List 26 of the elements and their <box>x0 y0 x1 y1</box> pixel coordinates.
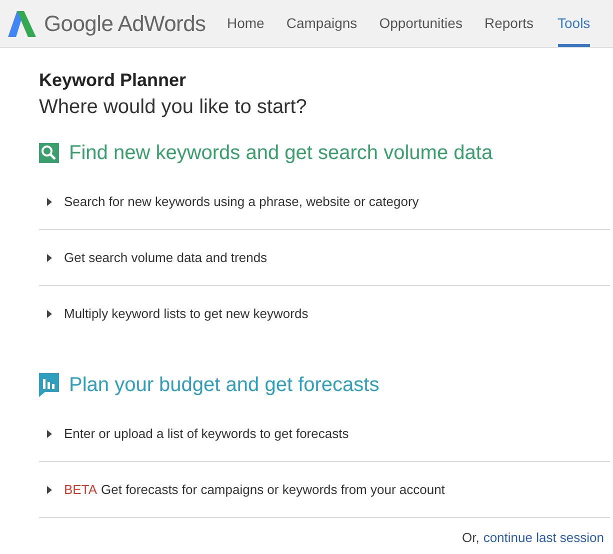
option-link[interactable]: Multiply keyword lists to get new keywords <box>64 304 308 324</box>
footer-text: Or, <box>462 529 480 547</box>
page-title: Keyword Planner <box>39 69 188 92</box>
caret-icon <box>47 310 52 318</box>
logo-text: Google AdWords <box>44 10 206 38</box>
option-text: Get forecasts for campaigns or keywords from your account <box>101 480 445 499</box>
caret-icon <box>47 198 52 206</box>
search-icon <box>39 143 59 163</box>
caret-icon <box>47 254 52 262</box>
nav-tab[interactable]: Home <box>227 0 264 47</box>
option-link[interactable]: Enter or upload a list of keywords to get forecasts <box>64 424 349 444</box>
section-heading: Plan your budget and get forecasts <box>69 373 380 398</box>
option-link[interactable]: Search for new keywords using a phrase, website or category <box>64 192 419 212</box>
nav-tab[interactable]: Campaigns <box>286 0 358 47</box>
nav-tab[interactable]: Opportunities <box>379 0 462 47</box>
beta-label: BETA <box>64 480 97 499</box>
section-heading: Find new keywords and get search volume data <box>69 141 493 166</box>
chart-icon <box>39 373 59 397</box>
nav-tab[interactable]: Tools <box>558 0 590 47</box>
page-subtitle: Where would you like to start? <box>39 95 308 120</box>
caret-icon <box>47 430 52 438</box>
option-link[interactable]: Get search volume data and trends <box>64 248 268 268</box>
logo-icon <box>8 10 36 36</box>
nav-tab[interactable]: Reports <box>484 0 534 47</box>
caret-icon <box>47 486 52 494</box>
continue-link[interactable]: continue last session <box>483 528 604 548</box>
